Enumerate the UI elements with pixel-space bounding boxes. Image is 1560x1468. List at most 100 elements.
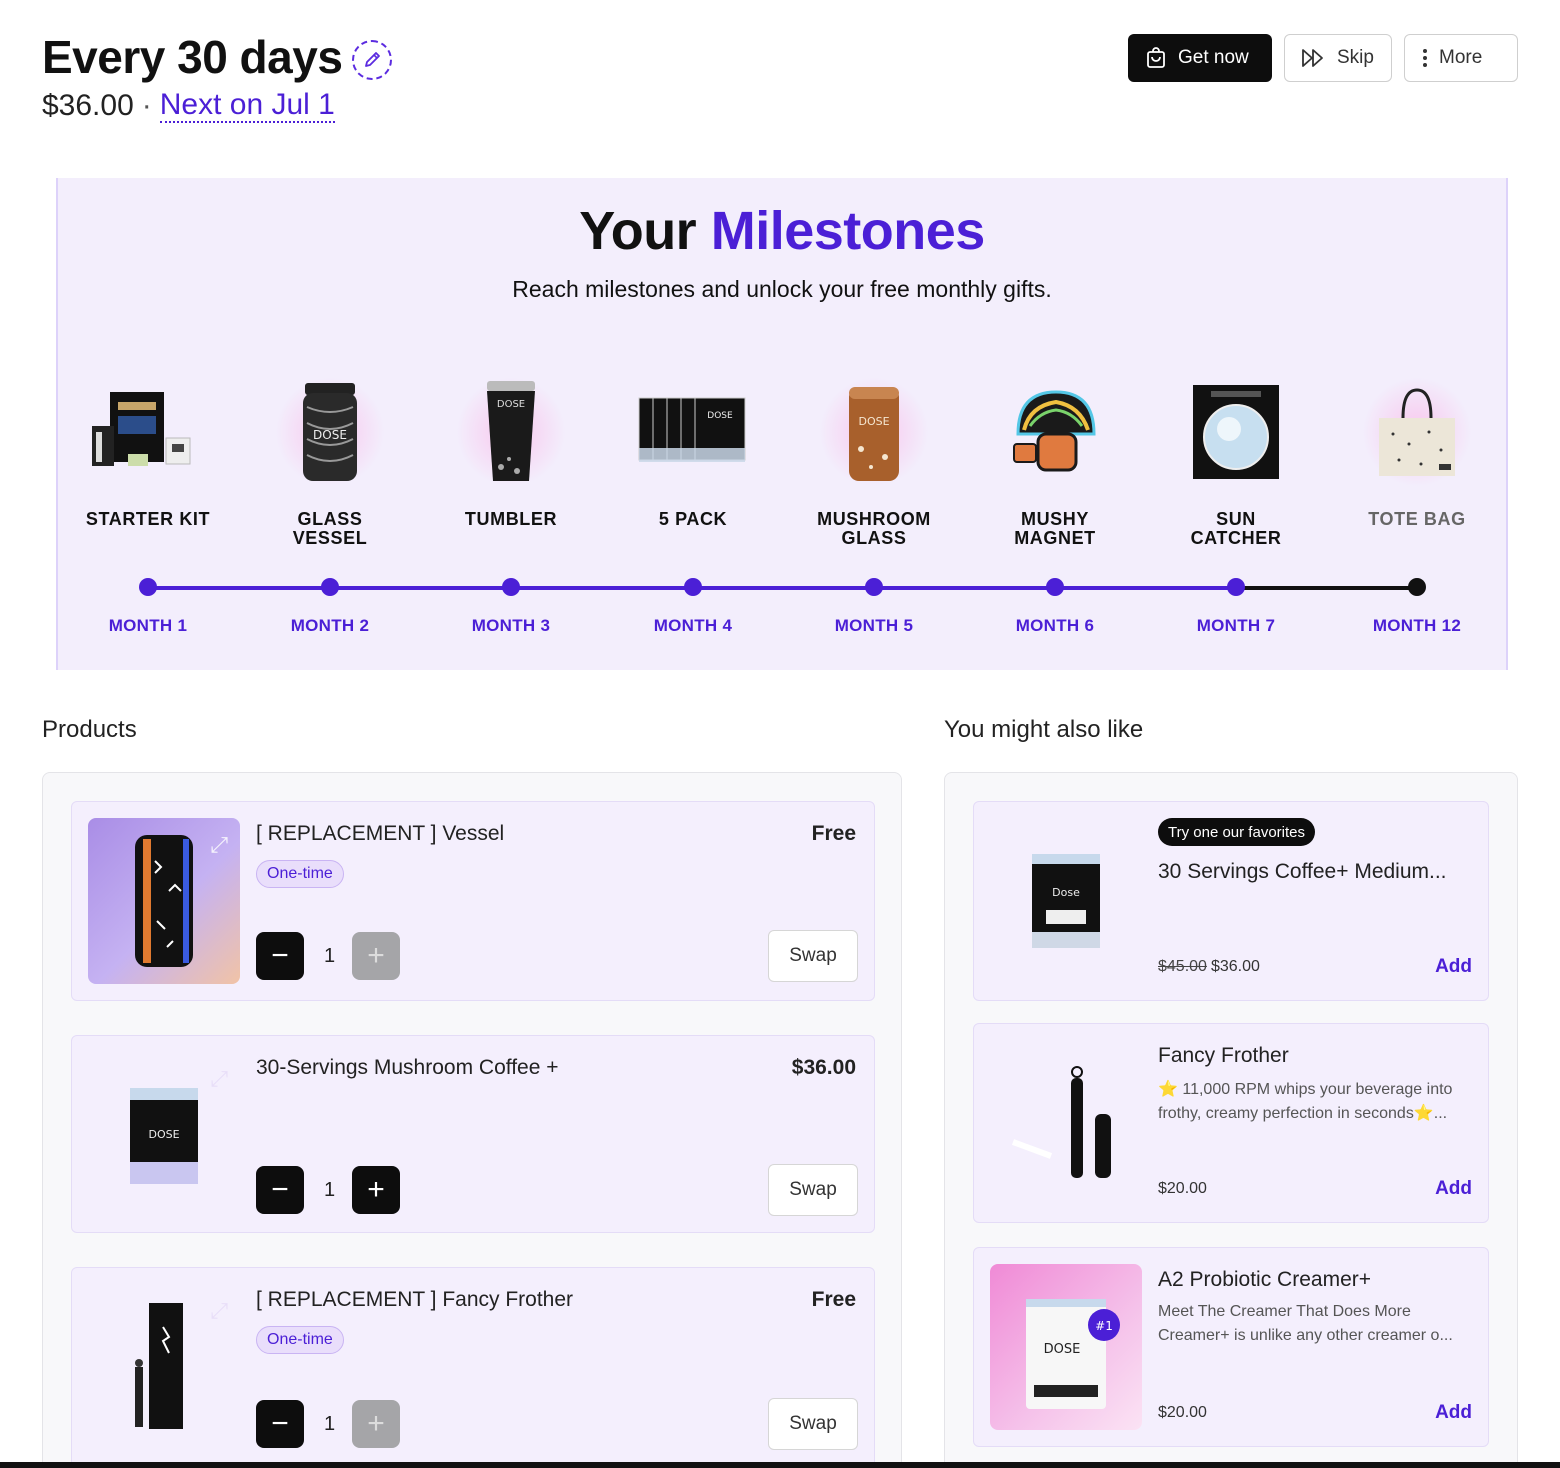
milestone-month-label: MONTH 5 (834, 616, 914, 635)
quantity-stepper: − 1 + (256, 1400, 400, 1448)
skip-button[interactable]: Skip (1284, 34, 1392, 82)
subscription-header: Every 30 days $36.00 · Next on Jul 1 Get… (42, 30, 1518, 140)
recommendation-image[interactable]: DOSE #1 (990, 1264, 1142, 1430)
increase-quantity-button[interactable]: + (352, 932, 400, 980)
svg-text:DOSE: DOSE (1044, 1342, 1081, 1357)
recommendation-card: DOSE #1 A2 Probiotic Creamer+ Meet The C… (973, 1247, 1489, 1447)
decrease-quantity-button[interactable]: − (256, 1400, 304, 1448)
product-price: Free (811, 1288, 856, 1311)
milestone-name: MUSHY MAGNET (1014, 509, 1096, 548)
original-price: $45.00 (1158, 958, 1207, 975)
milestones-subtitle: Reach milestones and unlock your free mo… (512, 276, 1052, 302)
favorite-badge: Try one our favorites (1158, 818, 1315, 846)
recommendation-price: $20.00 (1158, 1404, 1207, 1421)
swap-button[interactable]: Swap (768, 1398, 858, 1450)
recommendation-price: $45.00 $36.00 (1158, 958, 1260, 976)
fast-forward-icon (1302, 49, 1323, 67)
sun-catcher-image (1176, 376, 1296, 488)
shopping-bag-icon (1147, 47, 1165, 68)
milestone-dot (865, 578, 883, 596)
one-time-badge: One-time (256, 1326, 344, 1354)
product-name[interactable]: 30-Servings Mushroom Coffee + (256, 1056, 559, 1080)
milestone-name: TUMBLER (464, 509, 558, 529)
decrease-quantity-button[interactable]: − (256, 1166, 304, 1214)
skip-label: Skip (1337, 47, 1374, 68)
milestone-name: MUSHROOM GLASS (817, 509, 931, 548)
recommendations-panel: Dose Try one our favorites 30 Servings C… (944, 772, 1518, 1468)
5-pack-image: DOSE (633, 376, 753, 488)
sale-price: $36.00 (1210, 958, 1260, 975)
svg-text:DOSE: DOSE (707, 411, 733, 421)
milestone-dot (321, 578, 339, 596)
svg-text:#1: #1 (1095, 1319, 1113, 1333)
add-button[interactable]: Add (1435, 956, 1472, 978)
tumbler-image: DOSE (451, 376, 571, 488)
product-name[interactable]: [ REPLACEMENT ] Vessel (256, 822, 504, 846)
milestone-dot (684, 578, 702, 596)
add-button[interactable]: Add (1435, 1178, 1472, 1200)
expand-icon[interactable]: ⤢ (210, 832, 228, 858)
milestone-month-label: MONTH 1 (108, 616, 188, 635)
svg-text:DOSE: DOSE (497, 399, 525, 410)
more-label: More (1439, 47, 1483, 68)
get-now-button[interactable]: Get now (1128, 34, 1272, 82)
recommendation-card: Dose Try one our favorites 30 Servings C… (973, 801, 1489, 1001)
add-button[interactable]: Add (1435, 1402, 1472, 1424)
milestone-glass-vessel: DOSE GLASS VESSEL (240, 376, 420, 550)
svg-text:Dose: Dose (1052, 886, 1080, 899)
milestone-name: 5 PACK (658, 509, 728, 529)
milestone-progress-line-remaining (1236, 586, 1417, 590)
bottom-border (0, 1462, 1560, 1468)
milestone-month-label: MONTH 3 (471, 616, 551, 635)
recommendation-description: Meet The Creamer That Does More Creamer+ … (1158, 1303, 1453, 1344)
more-vertical-icon (1423, 49, 1427, 67)
recommendation-image[interactable]: Dose (990, 818, 1142, 984)
milestone-month-label: MONTH 7 (1196, 616, 1276, 635)
product-price: $36.00 (791, 1056, 856, 1079)
get-now-label: Get now (1178, 47, 1249, 68)
svg-text:DOSE: DOSE (148, 1128, 179, 1141)
recommendation-description: ⭐ 11,000 RPM whips your beverage into fro… (1158, 1081, 1453, 1122)
recommendation-price: $20.00 (1158, 1180, 1207, 1197)
quantity-value: 1 (324, 944, 336, 967)
milestone-tumbler: DOSE TUMBLER (421, 376, 601, 550)
milestones-panel: Your Milestones Reach milestones and unl… (56, 178, 1508, 670)
separator: · (141, 88, 152, 122)
svg-text:DOSE: DOSE (313, 428, 347, 442)
recommendation-name[interactable]: Fancy Frother (1158, 1044, 1289, 1068)
milestone-starter-kit: STARTER KIT (58, 376, 238, 550)
milestone-dot (1227, 578, 1245, 596)
header-actions: Get now Skip More (1128, 34, 1518, 82)
increase-quantity-button[interactable]: + (352, 1400, 400, 1448)
products-panel: ⤢ [ REPLACEMENT ] Vessel Free One-time −… (42, 772, 902, 1468)
expand-icon[interactable]: ⤢ (210, 1066, 228, 1092)
recommendation-card: Fancy Frother ⭐ 11,000 RPM whips your be… (973, 1023, 1489, 1223)
product-image[interactable]: ⤢ (88, 1284, 240, 1450)
swap-button[interactable]: Swap (768, 1164, 858, 1216)
edit-icon[interactable] (352, 40, 393, 80)
increase-quantity-button[interactable]: + (352, 1166, 400, 1214)
milestones-title-part2: Milestones (710, 201, 986, 261)
glass-vessel-image: DOSE (270, 376, 390, 488)
product-name[interactable]: [ REPLACEMENT ] Fancy Frother (256, 1288, 573, 1312)
product-price: Free (811, 822, 856, 845)
decrease-quantity-button[interactable]: − (256, 932, 304, 980)
mushy-magnet-image (995, 376, 1115, 488)
milestone-mushy-magnet: MUSHY MAGNET (965, 376, 1145, 550)
milestone-name: TOTE BAG (1368, 509, 1466, 529)
expand-icon[interactable]: ⤢ (210, 1298, 228, 1324)
mushroom-glass-image: DOSE (814, 376, 934, 488)
recommendation-name[interactable]: A2 Probiotic Creamer+ (1158, 1268, 1371, 1292)
one-time-badge: One-time (256, 860, 344, 888)
svg-text:DOSE: DOSE (858, 415, 889, 428)
quantity-value: 1 (324, 1178, 336, 1201)
swap-button[interactable]: Swap (768, 930, 858, 982)
milestone-name: GLASS VESSEL (292, 509, 368, 548)
product-image[interactable]: ⤢ (88, 818, 240, 984)
recommendation-image[interactable] (990, 1040, 1142, 1206)
more-button[interactable]: More (1404, 34, 1518, 82)
page-title: Every 30 days (42, 31, 343, 83)
product-image[interactable]: DOSE ⤢ (88, 1052, 240, 1218)
next-order-date-link[interactable]: Next on Jul 1 (159, 88, 335, 123)
recommendation-name[interactable]: 30 Servings Coffee+ Medium... (1158, 860, 1447, 884)
